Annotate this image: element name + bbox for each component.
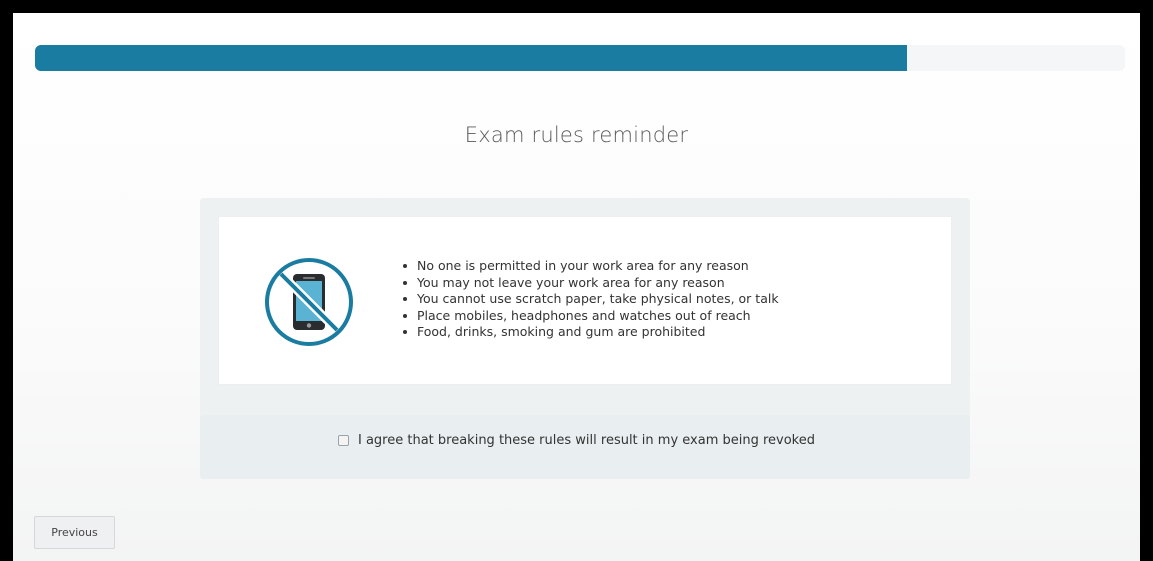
- agree-checkbox[interactable]: [338, 435, 349, 446]
- no-phone-icon: [265, 258, 353, 346]
- previous-button[interactable]: Previous: [34, 516, 115, 549]
- rule-item: Place mobiles, headphones and watches ou…: [403, 308, 779, 325]
- rule-item: You cannot use scratch paper, take physi…: [403, 291, 779, 306]
- exam-window: Exam rules reminder No one is permitted …: [13, 13, 1140, 561]
- rule-item: No one is permitted in your work area fo…: [403, 258, 779, 275]
- agree-label[interactable]: I agree that breaking these rules will r…: [358, 433, 815, 448]
- rules-list: No one is permitted in your work area fo…: [399, 258, 779, 341]
- rule-item: You may not leave your work area for any…: [403, 275, 779, 292]
- page-title: Exam rules reminder: [464, 123, 689, 147]
- rule-item: Food, drinks, smoking and gum are prohib…: [403, 324, 779, 341]
- progress-bar: [35, 45, 907, 71]
- agreement-row: I agree that breaking these rules will r…: [13, 433, 1140, 448]
